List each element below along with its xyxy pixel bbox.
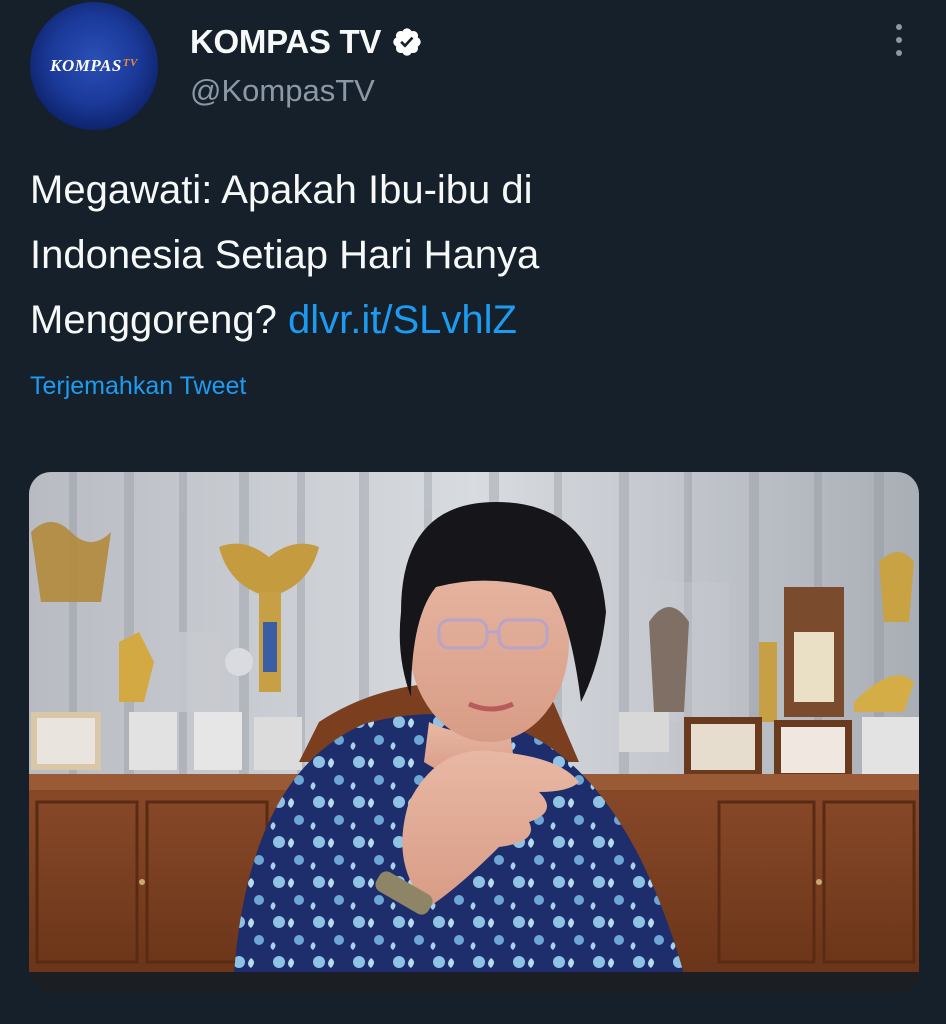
account-display-name[interactable]: KOMPAS TV [190, 23, 381, 61]
avatar-logo: KOMPASTV [50, 56, 138, 75]
account-handle[interactable]: @KompasTV [190, 73, 375, 109]
tweet-text-line-3: Menggoreng? dlvr.it/SLvhlZ [30, 288, 890, 353]
account-name-row[interactable]: KOMPAS TV [190, 20, 423, 64]
tweet-link[interactable]: dlvr.it/SLvhlZ [288, 298, 517, 342]
translate-tweet-link[interactable]: Terjemahkan Tweet [30, 372, 246, 401]
account-avatar[interactable]: KOMPASTV [30, 2, 158, 130]
more-options-icon[interactable] [884, 22, 914, 58]
tweet-text-line-2: Indonesia Setiap Hari Hanya [30, 233, 540, 277]
tweet-text-line-3-text: Menggoreng? [30, 298, 277, 342]
photo-illustration [29, 472, 919, 994]
verified-badge-icon [393, 28, 421, 56]
tweet-text-line-1: Megawati: Apakah Ibu-ibu di [30, 168, 533, 212]
tweet-text: Megawati: Apakah Ibu-ibu di Indonesia Se… [30, 158, 890, 353]
tweet-page: KOMPASTV KOMPAS TV @KompasTV Megawati: A… [0, 0, 946, 1024]
tweet-media-photo[interactable] [29, 472, 919, 994]
